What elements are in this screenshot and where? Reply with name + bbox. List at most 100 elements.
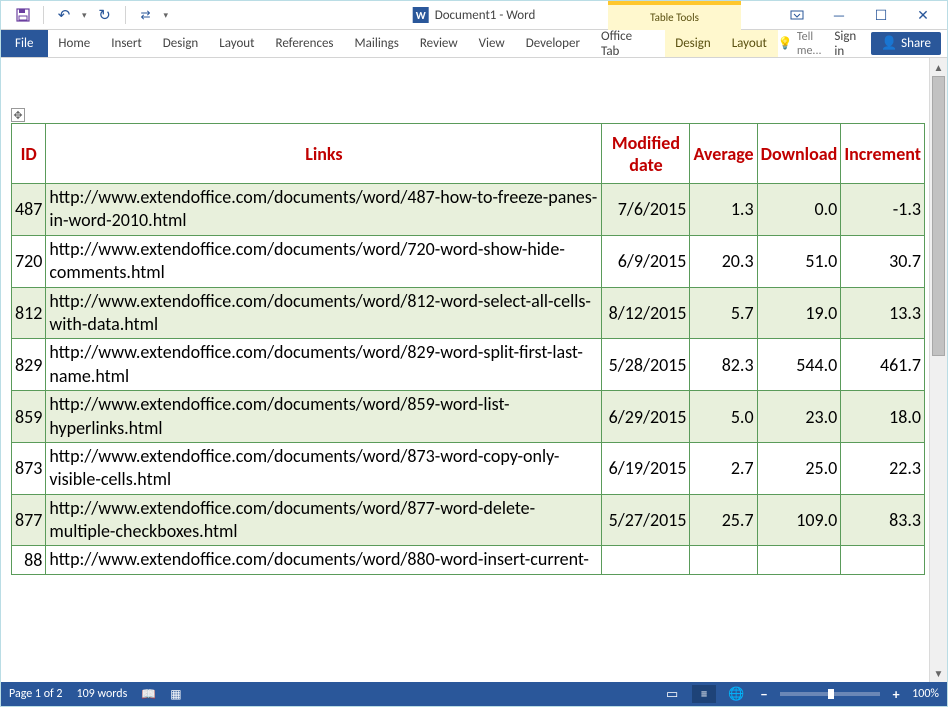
- scroll-thumb[interactable]: [932, 76, 945, 356]
- sign-in-link[interactable]: Sign in: [828, 29, 865, 59]
- cell-link[interactable]: http://www.extendoffice.com/documents/wo…: [46, 391, 602, 443]
- cell-id[interactable]: 88: [12, 546, 46, 574]
- zoom-slider-thumb[interactable]: [828, 689, 834, 699]
- cell-id[interactable]: 812: [12, 287, 46, 339]
- tell-me-search[interactable]: 💡 Tell me...: [778, 30, 822, 58]
- tab-table-design[interactable]: Design: [665, 30, 721, 57]
- redo-button[interactable]: ↻: [91, 3, 119, 27]
- cell-dl[interactable]: 109.0: [757, 494, 841, 546]
- cell-dl[interactable]: [757, 546, 841, 574]
- cell-date[interactable]: 5/28/2015: [602, 339, 690, 391]
- cell-date[interactable]: 5/27/2015: [602, 494, 690, 546]
- cell-date[interactable]: 7/6/2015: [602, 184, 690, 236]
- cell-inc[interactable]: 22.3: [841, 442, 925, 494]
- cell-link[interactable]: http://www.extendoffice.com/documents/wo…: [46, 235, 602, 287]
- vertical-scrollbar[interactable]: ▲ ▼: [929, 58, 947, 682]
- cell-avg[interactable]: 82.3: [690, 339, 757, 391]
- cell-id[interactable]: 829: [12, 339, 46, 391]
- header-inc[interactable]: Increment: [841, 124, 925, 184]
- table-move-handle[interactable]: ✥: [11, 108, 25, 122]
- scroll-track[interactable]: [930, 76, 947, 664]
- tab-developer[interactable]: Developer: [516, 30, 591, 57]
- table-row[interactable]: 873http://www.extendoffice.com/documents…: [12, 442, 925, 494]
- tab-references[interactable]: References: [266, 30, 345, 57]
- cell-link[interactable]: http://www.extendoffice.com/documents/wo…: [46, 442, 602, 494]
- web-layout-button[interactable]: 🌐: [724, 685, 748, 703]
- cell-dl[interactable]: 25.0: [757, 442, 841, 494]
- table-row[interactable]: 487http://www.extendoffice.com/documents…: [12, 184, 925, 236]
- cell-inc[interactable]: 461.7: [841, 339, 925, 391]
- share-button[interactable]: 👤 Share: [871, 32, 941, 55]
- cell-avg[interactable]: 1.3: [690, 184, 757, 236]
- scroll-up-button[interactable]: ▲: [930, 58, 947, 76]
- cell-link[interactable]: http://www.extendoffice.com/documents/wo…: [46, 287, 602, 339]
- tab-home[interactable]: Home: [48, 30, 101, 57]
- cell-inc[interactable]: 83.3: [841, 494, 925, 546]
- cell-avg[interactable]: 20.3: [690, 235, 757, 287]
- cell-link[interactable]: http://www.extendoffice.com/documents/wo…: [46, 184, 602, 236]
- undo-dropdown[interactable]: ▾: [82, 10, 87, 21]
- cell-id[interactable]: 859: [12, 391, 46, 443]
- tab-design[interactable]: Design: [153, 30, 209, 57]
- ribbon-options-button[interactable]: [777, 3, 817, 27]
- cell-date[interactable]: [602, 546, 690, 574]
- undo-button[interactable]: ↶: [50, 3, 78, 27]
- macro-icon[interactable]: ▦: [170, 687, 181, 702]
- file-tab[interactable]: File: [1, 30, 48, 57]
- header-links[interactable]: Links: [46, 124, 602, 184]
- cell-link[interactable]: http://www.extendoffice.com/documents/wo…: [46, 494, 602, 546]
- table-row[interactable]: 812http://www.extendoffice.com/documents…: [12, 287, 925, 339]
- tab-table-layout[interactable]: Layout: [722, 30, 778, 57]
- cell-date[interactable]: 8/12/2015: [602, 287, 690, 339]
- table-row[interactable]: 829http://www.extendoffice.com/documents…: [12, 339, 925, 391]
- cell-dl[interactable]: 23.0: [757, 391, 841, 443]
- zoom-level[interactable]: 100%: [912, 687, 939, 701]
- header-date[interactable]: Modified date: [602, 124, 690, 184]
- qat-more[interactable]: ▾: [164, 10, 169, 21]
- header-id[interactable]: ID: [12, 124, 46, 184]
- maximize-button[interactable]: ☐: [861, 3, 901, 27]
- cell-inc[interactable]: 18.0: [841, 391, 925, 443]
- cell-dl[interactable]: 19.0: [757, 287, 841, 339]
- cell-avg[interactable]: 5.7: [690, 287, 757, 339]
- table-row[interactable]: 859http://www.extendoffice.com/documents…: [12, 391, 925, 443]
- word-table[interactable]: ID Links Modified date Average Download …: [11, 123, 925, 575]
- read-mode-button[interactable]: ▭: [660, 685, 684, 703]
- cell-avg[interactable]: 25.7: [690, 494, 757, 546]
- cell-inc[interactable]: 13.3: [841, 287, 925, 339]
- tab-insert[interactable]: Insert: [101, 30, 153, 57]
- table-row[interactable]: 877http://www.extendoffice.com/documents…: [12, 494, 925, 546]
- cell-inc[interactable]: 30.7: [841, 235, 925, 287]
- page-indicator[interactable]: Page 1 of 2: [9, 687, 63, 701]
- cell-avg[interactable]: [690, 546, 757, 574]
- cell-link[interactable]: http://www.extendoffice.com/documents/wo…: [46, 339, 602, 391]
- scroll-down-button[interactable]: ▼: [930, 664, 947, 682]
- header-avg[interactable]: Average: [690, 124, 757, 184]
- cell-id[interactable]: 720: [12, 235, 46, 287]
- qat-customize[interactable]: ⇄: [132, 3, 160, 27]
- word-count[interactable]: 109 words: [77, 687, 128, 701]
- tab-review[interactable]: Review: [410, 30, 469, 57]
- cell-date[interactable]: 6/19/2015: [602, 442, 690, 494]
- cell-date[interactable]: 6/9/2015: [602, 235, 690, 287]
- cell-inc[interactable]: [841, 546, 925, 574]
- close-button[interactable]: ✕: [903, 3, 943, 27]
- header-dl[interactable]: Download: [757, 124, 841, 184]
- cell-avg[interactable]: 5.0: [690, 391, 757, 443]
- cell-dl[interactable]: 544.0: [757, 339, 841, 391]
- table-row[interactable]: 720http://www.extendoffice.com/documents…: [12, 235, 925, 287]
- tab-office-tab[interactable]: Office Tab: [591, 30, 657, 57]
- cell-id[interactable]: 873: [12, 442, 46, 494]
- tab-view[interactable]: View: [469, 30, 516, 57]
- zoom-out-button[interactable]: −: [756, 686, 772, 703]
- tab-layout[interactable]: Layout: [209, 30, 265, 57]
- spellcheck-icon[interactable]: 📖: [141, 687, 156, 702]
- save-button[interactable]: [9, 3, 37, 27]
- cell-avg[interactable]: 2.7: [690, 442, 757, 494]
- cell-id[interactable]: 877: [12, 494, 46, 546]
- table-header-row[interactable]: ID Links Modified date Average Download …: [12, 124, 925, 184]
- zoom-slider[interactable]: [780, 692, 880, 696]
- tab-mailings[interactable]: Mailings: [345, 30, 410, 57]
- minimize-button[interactable]: —: [819, 3, 859, 27]
- document-canvas[interactable]: ✥ ID Links Modified date Average Downloa…: [1, 58, 929, 682]
